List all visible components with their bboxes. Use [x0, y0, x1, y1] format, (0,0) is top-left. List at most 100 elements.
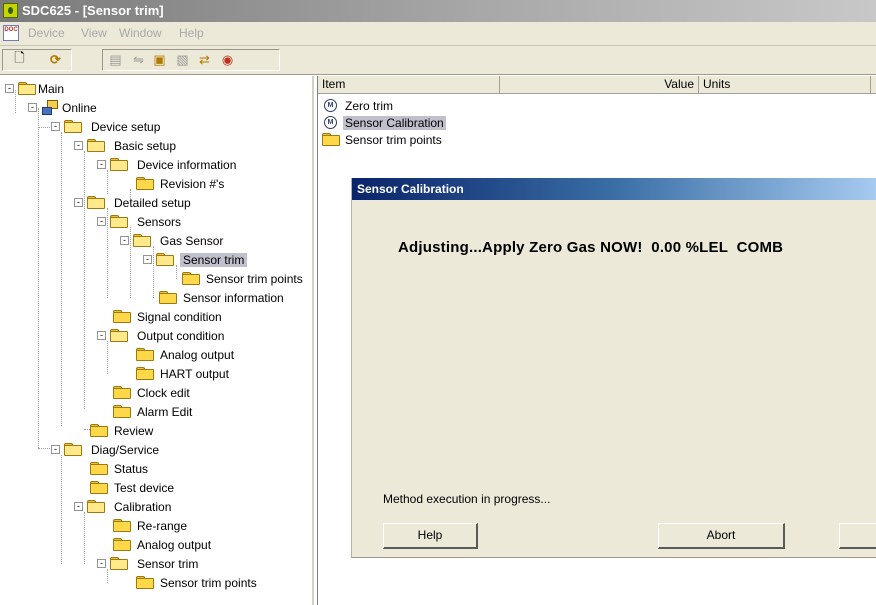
collapse-icon[interactable]: -: [97, 217, 106, 226]
tree-item-label: Clock edit: [137, 386, 190, 400]
tree-item-label: Status: [114, 462, 149, 476]
online-icon[interactable]: ⟳: [47, 52, 64, 67]
folder-icon: [87, 500, 105, 513]
list-item-label: Sensor Calibration: [343, 116, 446, 130]
menu-device[interactable]: Device: [28, 26, 65, 40]
collapse-icon[interactable]: -: [74, 141, 83, 150]
tree-connector: [61, 455, 62, 564]
menu-help[interactable]: Help: [179, 26, 204, 40]
collapse-icon[interactable]: -: [74, 198, 83, 207]
tree-connector: [84, 151, 85, 409]
folder-icon: [113, 386, 131, 399]
collapse-icon[interactable]: -: [74, 502, 83, 511]
device-icon[interactable]: ▣: [151, 52, 168, 67]
tree-connector: [107, 341, 108, 374]
tree-item-label: Revision #'s: [160, 177, 225, 191]
tree-item-label: Sensor trim points: [206, 272, 303, 286]
tree-connector: [107, 208, 108, 298]
document-icon[interactable]: DOC: [3, 25, 19, 41]
folder-icon: [136, 367, 154, 380]
tree-item-label: Main: [38, 82, 65, 96]
tree-item-label: Detailed setup: [114, 196, 191, 210]
folder-icon: [113, 538, 131, 551]
device-tree: - Main - Online - Device setup - Basic s…: [0, 76, 314, 605]
navigate-icon[interactable]: ⇄: [196, 52, 213, 67]
collapse-icon[interactable]: -: [51, 122, 60, 131]
folder-icon: [136, 576, 154, 589]
tree-item-label: Signal condition: [137, 310, 222, 324]
next-button[interactable]: [839, 523, 876, 549]
folder-icon: [159, 291, 177, 304]
folder-icon: [322, 133, 340, 146]
tree-item-label: Calibration: [114, 500, 172, 514]
menu-view[interactable]: View: [81, 26, 107, 40]
print-icon[interactable]: ▧: [174, 52, 191, 67]
tree-item-label: Analog output: [137, 538, 212, 552]
collapse-icon[interactable]: -: [28, 103, 37, 112]
tree-connector: [176, 265, 177, 279]
column-header-units[interactable]: Units: [699, 76, 871, 93]
folder-icon: [113, 310, 131, 323]
tree-item-label: Device setup: [91, 120, 161, 134]
tree-item-label: Sensor trim points: [160, 576, 257, 590]
tree-connector: [38, 448, 50, 449]
folder-icon: [64, 443, 82, 456]
collapse-icon[interactable]: -: [97, 331, 106, 340]
sensor-calibration-dialog: Sensor Calibration Adjusting...Apply Zer…: [351, 178, 876, 558]
dialog-title: Sensor Calibration: [357, 182, 464, 196]
tree-item-label: Alarm Edit: [137, 405, 193, 419]
open-folder-icon: [156, 253, 174, 266]
list-item-label: Zero trim: [345, 99, 393, 113]
list-item-label: Sensor trim points: [345, 133, 442, 147]
collapse-icon[interactable]: -: [97, 559, 106, 568]
folder-icon: [90, 481, 108, 494]
folder-icon: [18, 82, 36, 95]
menu-window[interactable]: Window: [119, 26, 162, 40]
tree-connector: [84, 512, 85, 564]
stop-icon[interactable]: ◉: [219, 52, 236, 67]
folder-icon: [64, 120, 82, 133]
collapse-icon[interactable]: -: [51, 445, 60, 454]
collapse-icon[interactable]: -: [5, 84, 14, 93]
window-titlebar: SDC625 - [Sensor trim]: [0, 0, 876, 22]
column-header-item[interactable]: Item: [318, 76, 500, 93]
collapse-icon[interactable]: -: [120, 236, 129, 245]
method-icon: M: [324, 116, 337, 129]
tree-item-label: Test device: [114, 481, 175, 495]
folder-icon: [90, 424, 108, 437]
tree-connector: [107, 569, 108, 583]
tree-item-label: HART output: [160, 367, 229, 381]
column-header-value[interactable]: Value: [500, 76, 699, 93]
menu-bar: DOC Device View Window Help: [0, 22, 876, 46]
folder-icon: [182, 272, 200, 285]
method-status: Method execution in progress...: [383, 492, 551, 506]
sync-icon[interactable]: ⇋: [130, 52, 147, 67]
folder-icon: [110, 557, 128, 570]
abort-button[interactable]: Abort: [658, 523, 785, 549]
tree-connector: [61, 132, 62, 426]
collapse-icon[interactable]: -: [143, 255, 152, 264]
tree-item-label: Online: [62, 101, 97, 115]
folder-icon: [136, 177, 154, 190]
app-icon[interactable]: [3, 3, 18, 18]
tree-item-label: Diag/Service: [91, 443, 160, 457]
folder-icon: [87, 196, 105, 209]
tree-item-label: Device information: [137, 158, 237, 172]
tree-connector: [107, 170, 108, 194]
toolbar-group-device: [102, 49, 280, 71]
folder-icon: [110, 158, 128, 171]
folder-icon: [136, 348, 154, 361]
help-button[interactable]: Help: [383, 523, 478, 549]
tree-item-label: Sensor trim: [137, 557, 199, 571]
tree-item-label: Sensor information: [183, 291, 284, 305]
collapse-icon[interactable]: -: [97, 160, 106, 169]
toolbar: 🗋 ⟳ ▤ ⇋ ▣ ▧ ⇄ ◉: [0, 46, 876, 75]
tree-connector: [15, 90, 16, 113]
tree-item-label: Re-range: [137, 519, 188, 533]
new-document-icon[interactable]: 🗋: [11, 50, 28, 67]
folder-icon: [110, 215, 128, 228]
tree-connector: [153, 246, 154, 298]
save-icon[interactable]: ▤: [107, 52, 124, 67]
method-message: Adjusting...Apply Zero Gas NOW! 0.00 %LE…: [398, 239, 784, 256]
folder-icon: [113, 405, 131, 418]
